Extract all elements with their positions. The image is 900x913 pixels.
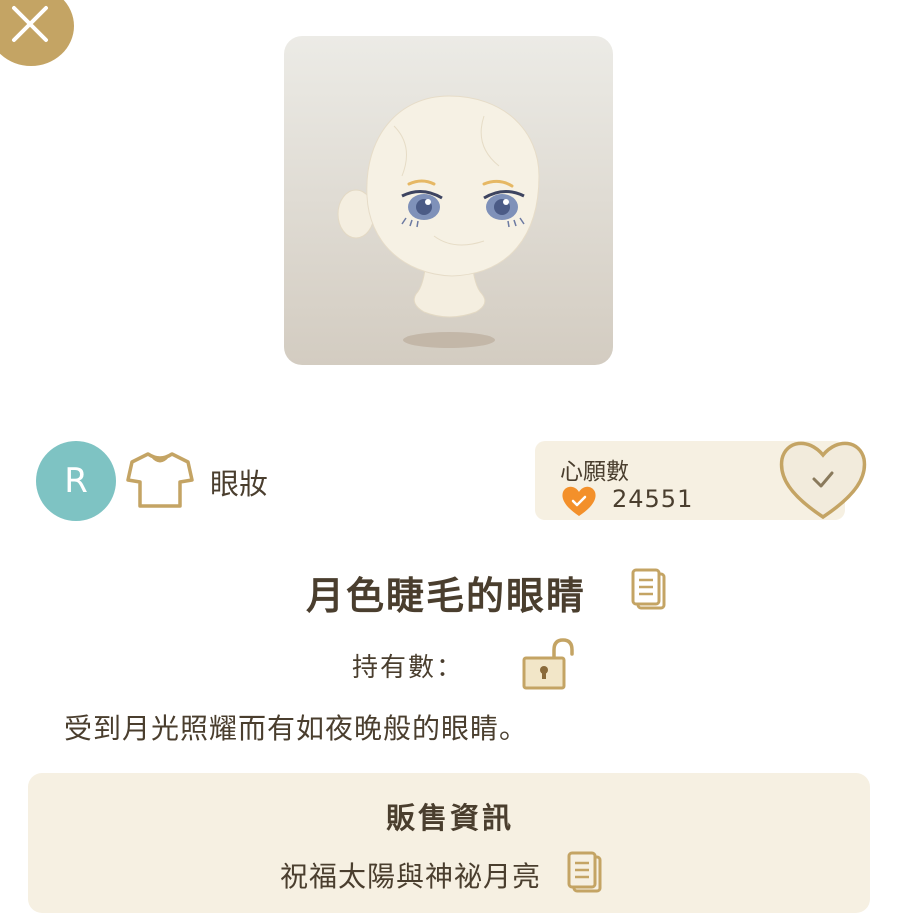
sales-info-title: 販售資訊 [385, 801, 514, 835]
rarity-badge: R [36, 441, 116, 521]
close-button[interactable] [0, 0, 74, 66]
sales-source-label: 祝福太陽與神祕月亮 [280, 860, 542, 893]
item-preview-image [284, 36, 613, 365]
document-icon[interactable] [566, 851, 604, 899]
close-icon [12, 6, 48, 42]
wishlist-heart-icon [560, 484, 598, 522]
wishlist-count: 24551 [612, 485, 694, 513]
item-description: 受到月光照耀而有如夜晚般的眼睛。 [64, 712, 529, 745]
shirt-icon [124, 448, 196, 516]
unlocked-padlock-icon [520, 638, 580, 696]
item-title: 月色睫毛的眼睛 [306, 574, 587, 618]
wishlist-button[interactable] [776, 437, 870, 527]
category-label: 眼妝 [210, 467, 269, 501]
document-icon[interactable] [630, 568, 668, 616]
heart-check-icon [779, 441, 867, 520]
owned-count-label: 持有數： [352, 653, 465, 683]
wishlist-label: 心願數 [560, 459, 629, 485]
